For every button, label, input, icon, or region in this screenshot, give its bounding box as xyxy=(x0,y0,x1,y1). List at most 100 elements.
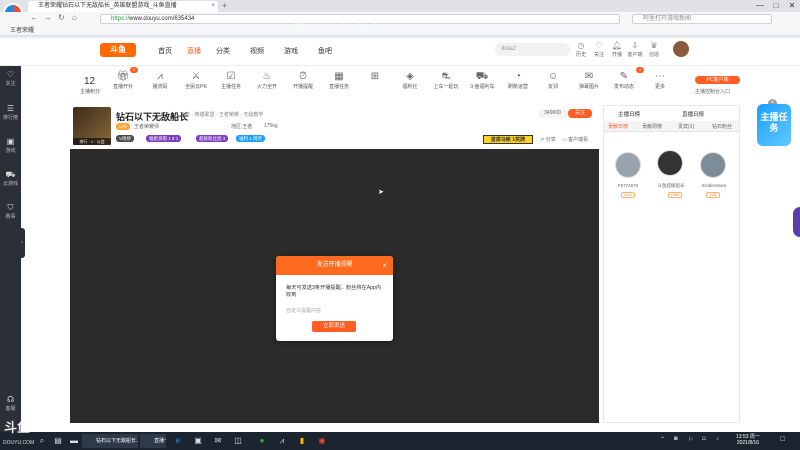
rank-level-badge: LV8 xyxy=(706,192,720,198)
sidebar-item-service[interactable]: ☊ 客服 xyxy=(0,395,21,412)
room-tag[interactable]: 超级粉丝团 3 xyxy=(196,135,229,142)
sidebar-item-cloudgame[interactable]: ⛟ 云游戏 xyxy=(0,170,21,187)
rank-user-name[interactable]: 斗鱼超级船长 xyxy=(651,183,691,189)
rank-user-name[interactable]: F6774676 xyxy=(608,183,648,188)
forward-icon[interactable]: → xyxy=(44,13,52,22)
tab-vip[interactable]: 贵宾(1) xyxy=(678,123,694,130)
maximize-button[interactable]: □ xyxy=(768,0,784,12)
modal-body: 每天可发送3条开播提醒，粉丝将在App内收到 xyxy=(286,285,382,298)
rank-avatar[interactable] xyxy=(615,152,641,178)
pc-client-button[interactable]: PC客户端 xyxy=(695,76,740,84)
feature-item[interactable]: ⏰︎ 开播提醒 xyxy=(286,71,320,90)
custom-content-link[interactable]: 自定义提醒内容 xyxy=(286,307,321,314)
app-icon[interactable]: ◫ xyxy=(232,435,244,447)
refresh-icon[interactable]: ↻ xyxy=(58,13,65,22)
room-tag[interactable]: 福星高照 1 8 1 xyxy=(146,135,182,142)
bookmark-item[interactable]: 王者荣耀 xyxy=(10,28,34,34)
feature-item[interactable]: ⊞ xyxy=(358,71,392,83)
feature-item[interactable]: ☺ 友邻 xyxy=(536,71,570,90)
anchor-task-widget[interactable]: 主播任务 xyxy=(757,104,791,146)
browser-search-input[interactable]: 阿里打开游戏新闻 xyxy=(632,14,772,24)
tab-live-daily[interactable]: 直播日报 xyxy=(682,110,704,118)
room-meta[interactable]: 王者 · 英雄联盟 · 王者荣耀 · 无敌教学 xyxy=(180,111,263,118)
rank-avatar[interactable] xyxy=(700,152,726,178)
send-now-button[interactable]: 立即发送 xyxy=(312,321,356,332)
volume-icon[interactable]: ♪ xyxy=(716,436,719,442)
client-watch-link[interactable]: ▭ 客户端看 xyxy=(562,136,588,143)
user-avatar[interactable] xyxy=(673,41,689,57)
rank-user-name[interactable]: EndlessSea xyxy=(694,183,734,188)
store-icon[interactable]: ▣ xyxy=(192,435,204,447)
app-icon[interactable]: ⩘ xyxy=(276,435,288,447)
tab-close-icon[interactable]: × xyxy=(211,1,215,12)
taskbar-window[interactable]: 直播一下 xyxy=(140,434,166,448)
feature-item[interactable]: ⛐ 上车一起玩 xyxy=(429,71,463,90)
sidebar-item-follow[interactable]: ♡ 关注 xyxy=(0,70,21,87)
feature-item[interactable]: ⋯ 更多 xyxy=(643,71,677,90)
tab-contribution-day[interactable]: 贡献日榜 xyxy=(608,123,628,130)
nav-video[interactable]: 视频 xyxy=(250,46,264,56)
edge-icon[interactable]: e xyxy=(172,435,184,447)
sidebar-item-game[interactable]: ▣ 游戏 xyxy=(0,137,21,154)
sidebar-toggle-icon[interactable]: › xyxy=(19,228,25,258)
browser-tab[interactable]: 王者荣耀钻石以下无敌船长_英雄联盟游戏_斗鱼直播 × xyxy=(28,1,218,12)
back-icon[interactable]: ← xyxy=(30,13,38,22)
feature-item[interactable]: ⚔ 全民云PK xyxy=(179,71,213,90)
nav-yuba[interactable]: 鱼吧 xyxy=(318,46,332,56)
streamer-avatar[interactable]: 排行 · 1 · 公会 xyxy=(73,107,111,145)
nav-game[interactable]: 游戏 xyxy=(284,46,298,56)
nav-live[interactable]: 直播 xyxy=(187,46,201,56)
feature-item[interactable]: ▦ 直播任务 xyxy=(322,71,356,90)
feature-item[interactable]: ♨ 火力全开 xyxy=(250,71,284,90)
floating-ball[interactable] xyxy=(793,207,800,237)
anchor-level: 12 xyxy=(84,76,96,87)
anchor-name[interactable]: 王者荣耀师 xyxy=(134,123,159,130)
feature-item[interactable]: ✎ 发布动态 xyxy=(607,71,641,90)
feature-item[interactable]: ⛟ 斗鱼福利车 xyxy=(465,71,499,90)
search-icon[interactable]: ⌕ xyxy=(36,435,48,447)
minimize-button[interactable]: — xyxy=(752,0,768,12)
new-tab-icon[interactable]: + xyxy=(222,1,227,10)
home-icon[interactable]: ⌂ xyxy=(72,13,77,22)
feature-item[interactable]: ◔ 刷新运营 xyxy=(501,71,535,90)
tray-icon[interactable]: ⚐ xyxy=(688,436,693,443)
share-link[interactable]: ⇗ 分享 xyxy=(540,136,556,143)
nav-home[interactable]: 首页 xyxy=(158,46,172,56)
feature-item[interactable]: ◈ 福利社 xyxy=(393,71,427,90)
tray-icon[interactable]: ◙ xyxy=(674,436,678,442)
header-create[interactable]: ♛ 创造 xyxy=(643,41,665,58)
feature-item[interactable]: 🎁︎ 直播开补 xyxy=(106,71,140,90)
douyu-logo[interactable]: 斗鱼 xyxy=(100,43,136,57)
tray-icon[interactable]: ⌃ xyxy=(660,436,665,443)
more-icon: ⋯ xyxy=(655,71,665,82)
taskbar-window[interactable]: 钻石以下无敌船长... xyxy=(82,434,138,448)
sidebar-item-event[interactable]: ⛉ 赛事 xyxy=(0,203,21,220)
tab-diamond-fans[interactable]: 钻石粉丝 xyxy=(712,123,732,130)
app-icon[interactable]: ▮ xyxy=(296,435,308,447)
mail-icon[interactable]: ✉ xyxy=(212,435,224,447)
room-tag[interactable]: V周榜 xyxy=(116,135,135,142)
pc-client-sublabel[interactable]: 主播控制台入口 xyxy=(695,88,730,95)
nav-category[interactable]: 分类 xyxy=(216,46,230,56)
feature-item[interactable]: ✉ 弹幕图片 xyxy=(572,71,606,90)
folder-icon[interactable]: ▬ xyxy=(68,435,80,447)
site-search-input[interactable]: dota2 xyxy=(495,43,570,56)
rank-avatar[interactable] xyxy=(657,150,683,176)
feature-item[interactable]: ⩘ 播流码 xyxy=(143,71,177,90)
room-tag[interactable]: 福利 1 周奖 xyxy=(236,135,266,142)
network-icon[interactable]: ⩍ xyxy=(702,436,706,443)
rank-medal-badge[interactable]: 首席马帐 1奖牌 xyxy=(483,135,533,144)
clock-icon: ⏰︎ xyxy=(299,71,307,82)
feature-item[interactable]: ☑ 主播任务 xyxy=(214,71,248,90)
system-clock[interactable]: 13:53 周一 2021/8/16 xyxy=(736,434,760,446)
notification-icon[interactable]: ☐ xyxy=(780,436,785,443)
close-window-button[interactable]: ✕ xyxy=(784,0,800,12)
task-view-icon[interactable]: ▤ xyxy=(52,435,64,447)
browser-icon[interactable]: ◉ xyxy=(316,435,328,447)
app-icon[interactable]: ● xyxy=(256,435,268,447)
tab-contribution-week[interactable]: 贡献周榜 xyxy=(642,123,662,130)
tab-anchor-daily[interactable]: 主播日榜 xyxy=(618,110,640,118)
close-icon[interactable]: × xyxy=(382,256,387,275)
sidebar-item-ranking[interactable]: ☰ 排行榜 xyxy=(0,104,21,121)
follow-button[interactable]: 关注 xyxy=(568,109,592,118)
